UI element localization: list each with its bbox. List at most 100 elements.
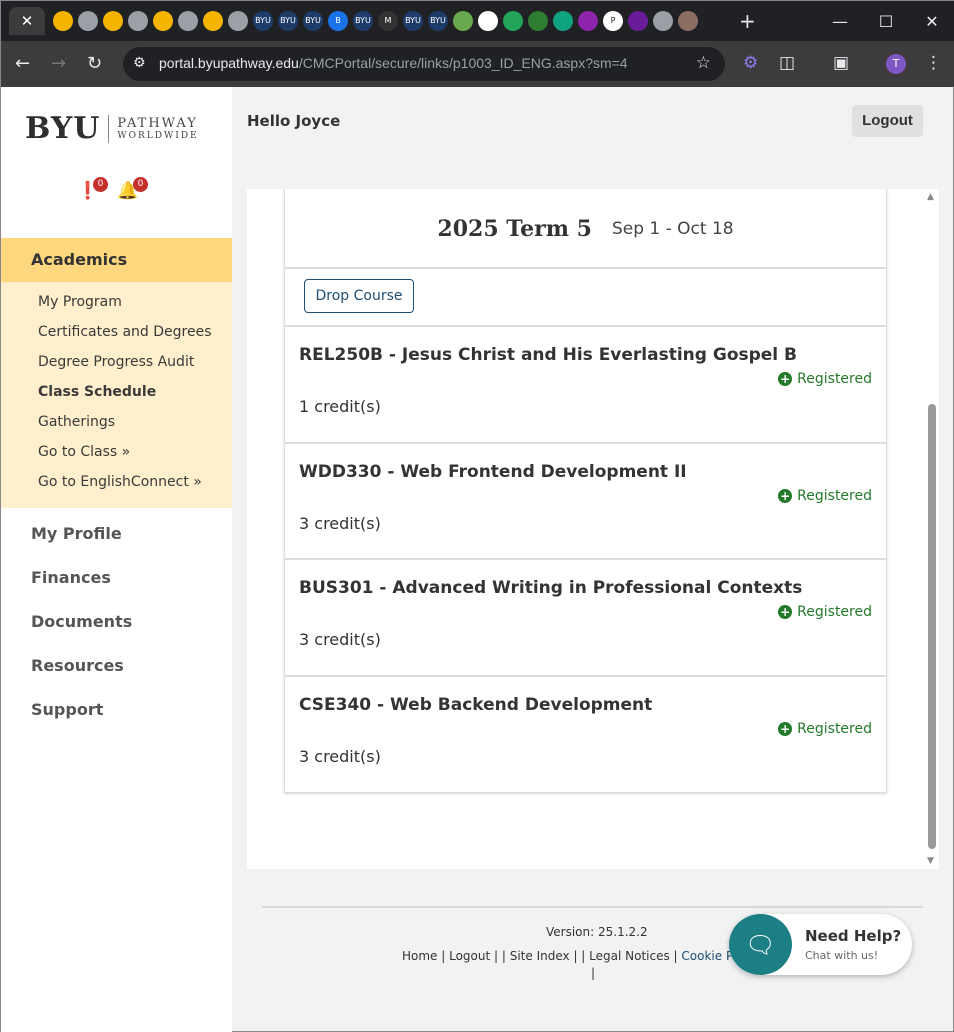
tab-favicon-icon[interactable]: BYU: [428, 11, 448, 31]
footer-home-link[interactable]: Home: [402, 949, 437, 963]
tab-favicon-icon[interactable]: [478, 11, 498, 31]
window-controls: — ☐ ✕: [817, 1, 954, 41]
tab-favicon-icon[interactable]: [628, 11, 648, 31]
course-row: WDD330 - Web Frontend Development II + Re…: [285, 444, 886, 560]
registered-status: + Registered: [778, 371, 872, 387]
main-nav: My Profile Finances Documents Resources …: [1, 512, 232, 732]
byu-pathway-logo[interactable]: BYU PATHWAY WORLDWIDE: [25, 111, 199, 146]
profile-avatar[interactable]: T: [886, 54, 906, 74]
menu-icon[interactable]: ⋮: [925, 53, 942, 73]
tab-favicons: BYU BYU BYU B BYU M BYU BYU P: [53, 11, 698, 31]
alerts-button[interactable]: ❗ 0: [77, 177, 108, 205]
logo-divider: [108, 114, 110, 143]
subnav-gatherings[interactable]: Gatherings: [1, 407, 232, 437]
footer-logout-link[interactable]: Logout: [449, 949, 490, 963]
subnav-class-schedule[interactable]: Class Schedule: [1, 377, 232, 407]
course-credits: 3 credit(s): [299, 746, 381, 766]
tab-favicon-icon[interactable]: BYU: [403, 11, 423, 31]
url-text[interactable]: portal.byupathway.edu/CMCPortal/secure/l…: [159, 55, 628, 71]
drop-course-row: Drop Course: [285, 269, 886, 327]
term-dates: Sep 1 - Oct 18: [611, 219, 734, 239]
status-text: Registered: [797, 720, 872, 737]
page: BYU PATHWAY WORLDWIDE ❗ 0 🔔 0 Academics …: [1, 87, 954, 1032]
nav-support[interactable]: Support: [1, 688, 232, 732]
extension-gear-icon[interactable]: ⚙: [743, 53, 758, 73]
tab-favicon-icon[interactable]: [53, 11, 73, 31]
active-tab-close-icon[interactable]: ✕: [9, 7, 45, 35]
nav-academics[interactable]: Academics: [1, 238, 232, 282]
plus-circle-icon: +: [778, 488, 793, 503]
tab-favicon-icon[interactable]: BYU: [303, 11, 323, 31]
nav-resources[interactable]: Resources: [1, 644, 232, 688]
tab-favicon-icon[interactable]: [553, 11, 573, 31]
status-text: Registered: [797, 371, 872, 387]
status-text: Registered: [797, 604, 872, 620]
logo-line1: PATHWAY: [117, 115, 198, 131]
extensions-puzzle-icon[interactable]: ◫: [779, 53, 795, 73]
scrollbar-thumb[interactable]: [928, 404, 936, 849]
tab-favicon-icon[interactable]: [178, 11, 198, 31]
subnav-go-to-class[interactable]: Go to Class »: [1, 437, 232, 467]
logo-byu-text: BYU: [25, 111, 101, 146]
help-subtitle: Chat with us!: [805, 949, 879, 962]
notifications-button[interactable]: 🔔 0: [117, 177, 148, 205]
minimize-icon[interactable]: —: [817, 1, 863, 41]
nav-finances[interactable]: Finances: [1, 556, 232, 600]
tab-favicon-icon[interactable]: BYU: [278, 11, 298, 31]
registered-status: + Registered: [778, 721, 872, 737]
tab-favicon-icon[interactable]: [228, 11, 248, 31]
footer-legal-link[interactable]: Legal Notices: [589, 949, 670, 963]
tab-search-icon[interactable]: ▣: [833, 53, 849, 73]
address-bar[interactable]: ⚙ portal.byupathway.edu/CMCPortal/secure…: [123, 47, 725, 81]
footer-sep: |: [669, 949, 682, 963]
scroll-down-icon[interactable]: ▼: [927, 856, 934, 866]
logout-button[interactable]: Logout: [852, 105, 923, 137]
nav-my-profile[interactable]: My Profile: [1, 512, 232, 556]
tab-favicon-icon[interactable]: M: [378, 11, 398, 31]
tab-favicon-icon[interactable]: [78, 11, 98, 31]
subnav-degree-progress-audit[interactable]: Degree Progress Audit: [1, 347, 232, 377]
tab-favicon-icon[interactable]: [128, 11, 148, 31]
plus-circle-icon: +: [778, 721, 793, 736]
tab-favicon-icon[interactable]: [678, 11, 698, 31]
notifications-count-badge: 0: [133, 177, 148, 192]
subnav-certificates-and-degrees[interactable]: Certificates and Degrees: [1, 317, 232, 347]
tab-favicon-icon[interactable]: BYU: [253, 11, 273, 31]
forward-icon[interactable]: →: [51, 53, 66, 74]
reload-icon[interactable]: ↻: [87, 53, 102, 74]
subnav-my-program[interactable]: My Program: [1, 287, 232, 317]
tab-favicon-icon[interactable]: [653, 11, 673, 31]
bookmark-star-icon[interactable]: ☆: [696, 53, 711, 73]
tab-favicon-icon[interactable]: [503, 11, 523, 31]
logo-line2: WORLDWIDE: [117, 130, 199, 141]
tab-favicon-icon[interactable]: [103, 11, 123, 31]
tab-favicon-icon[interactable]: [453, 11, 473, 31]
need-help-chat-button[interactable]: 🗨 Need Help? Chat with us!: [729, 914, 912, 975]
course-row: REL250B - Jesus Christ and His Everlasti…: [285, 327, 886, 444]
footer-sep: | |: [569, 949, 590, 963]
tab-favicon-icon[interactable]: B: [328, 11, 348, 31]
sidebar: BYU PATHWAY WORLDWIDE ❗ 0 🔔 0 Academics …: [1, 87, 232, 1032]
nav-documents[interactable]: Documents: [1, 600, 232, 644]
chat-bubble-icon: 🗨: [729, 914, 792, 975]
back-icon[interactable]: ←: [15, 53, 30, 74]
tab-favicon-icon[interactable]: [528, 11, 548, 31]
footer-site-index-link[interactable]: Site Index: [510, 949, 570, 963]
tab-favicon-icon[interactable]: BYU: [353, 11, 373, 31]
site-info-icon[interactable]: ⚙: [133, 55, 146, 71]
new-tab-button[interactable]: +: [739, 9, 756, 33]
scroll-up-icon[interactable]: ▲: [927, 192, 934, 202]
registered-status: + Registered: [778, 604, 872, 620]
term-title: 2025 Term 5: [437, 216, 592, 242]
tab-favicon-icon[interactable]: [578, 11, 598, 31]
academics-subnav: My Program Certificates and Degrees Degr…: [1, 282, 232, 508]
footer-links: Home | Logout | | Site Index | | Legal N…: [402, 949, 745, 963]
subnav-go-to-englishconnect[interactable]: Go to EnglishConnect »: [1, 467, 232, 497]
close-window-icon[interactable]: ✕: [909, 1, 954, 41]
tab-favicon-icon[interactable]: [203, 11, 223, 31]
maximize-icon[interactable]: ☐: [863, 1, 909, 41]
drop-course-button[interactable]: Drop Course: [304, 279, 414, 313]
status-text: Registered: [797, 487, 872, 504]
tab-favicon-icon[interactable]: [153, 11, 173, 31]
tab-favicon-icon[interactable]: P: [603, 11, 623, 31]
